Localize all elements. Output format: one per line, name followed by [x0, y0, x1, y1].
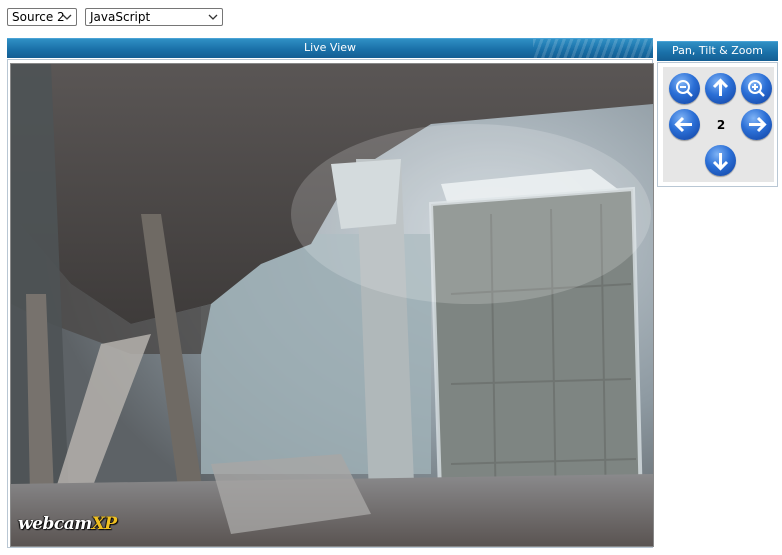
mode-select-value: JavaScript [90, 10, 151, 24]
zoom-out-button[interactable] [669, 73, 700, 104]
zoom-level: 2 [716, 118, 726, 132]
source-select[interactable]: Source 2 [7, 8, 77, 26]
live-view-header: Live View [7, 38, 653, 58]
live-view-title: Live View [303, 41, 357, 54]
arrow-up-icon [712, 78, 729, 96]
source-select-value: Source 2 [12, 10, 65, 24]
arrow-left-icon [674, 116, 692, 133]
camera-image [11, 64, 653, 546]
ptz-title: Pan, Tilt & Zoom [672, 44, 763, 57]
tilt-up-button[interactable] [705, 73, 736, 104]
arrow-right-icon [749, 116, 767, 133]
ptz-header: Pan, Tilt & Zoom [657, 41, 778, 61]
zoom-in-icon [748, 80, 765, 97]
tilt-down-button[interactable] [705, 145, 736, 176]
zoom-in-button[interactable] [741, 73, 772, 104]
zoom-out-icon [676, 80, 693, 97]
live-video-feed [10, 63, 654, 547]
chevron-down-icon [208, 14, 218, 20]
arrow-down-icon [712, 153, 729, 171]
pan-left-button[interactable] [669, 109, 700, 140]
chevron-down-icon [62, 14, 72, 20]
webcamxp-logo: webcamXP [18, 514, 117, 534]
mode-select[interactable]: JavaScript [85, 8, 223, 26]
pan-right-button[interactable] [741, 109, 772, 140]
header-hatch-decoration [533, 39, 653, 58]
